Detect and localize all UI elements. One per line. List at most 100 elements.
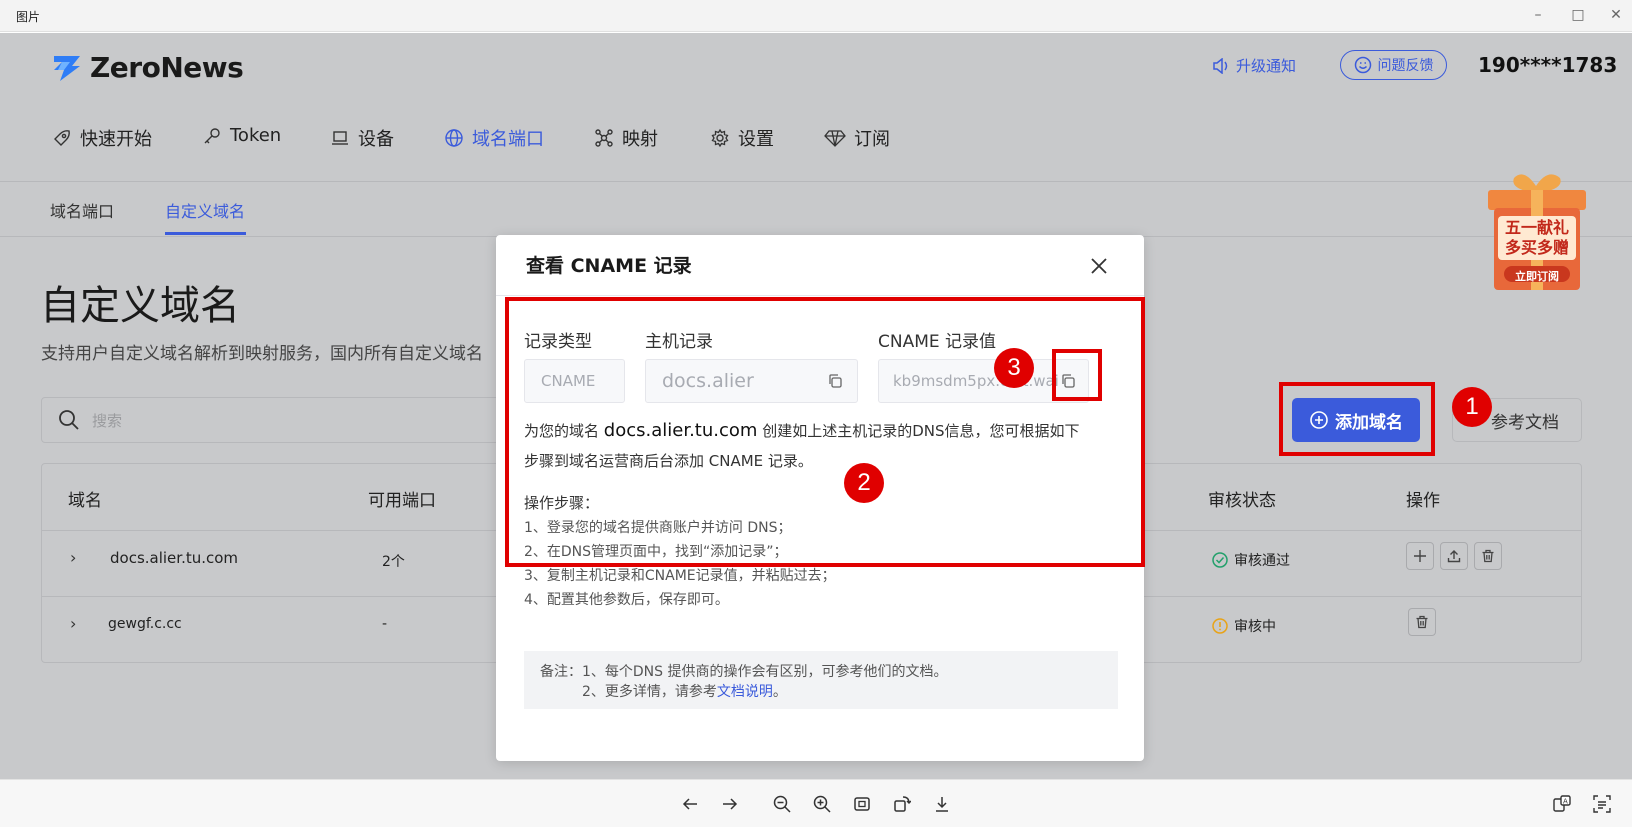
dialog-title: 查看 CNAME 记录 <box>526 255 692 277</box>
nav-token[interactable]: Token <box>202 125 281 146</box>
step-item: 4、配置其他参数后，保存即可。 <box>524 592 729 608</box>
feedback-label: 问题反馈 <box>1377 58 1434 74</box>
note-line1: 备注：1、每个DNS 提供商的操作会有区别，可参考他们的文档。 <box>540 664 948 680</box>
delete-action-button[interactable] <box>1408 608 1436 636</box>
nav-label: 域名端口 <box>472 129 544 150</box>
trash-icon <box>1482 549 1494 563</box>
dialog-divider <box>496 295 1144 296</box>
smile-icon <box>1354 56 1371 74</box>
note-line2-end: 。 <box>772 684 787 700</box>
status-text: 审核通过 <box>1234 553 1290 569</box>
laptop-icon <box>332 131 348 145</box>
nav-label: 设备 <box>358 129 394 150</box>
dialog-note: 备注：1、每个DNS 提供商的操作会有区别，可参考他们的文档。 2、更多详情，请… <box>524 651 1118 709</box>
upgrade-notice-label: 升级通知 <box>1236 57 1297 75</box>
zeronews-logo-icon <box>54 55 80 81</box>
zoom-out-icon[interactable] <box>770 792 794 816</box>
table-cell-ports: - <box>382 616 388 632</box>
check-circle-icon <box>1212 552 1228 568</box>
upload-icon <box>1447 550 1461 563</box>
fit-screen-icon[interactable] <box>850 792 874 816</box>
page-title: 自定义域名 <box>40 283 240 329</box>
gear-icon <box>711 128 729 148</box>
viewer-toolbar: A <box>0 779 1632 827</box>
table-cell-ports: 2个 <box>382 554 405 570</box>
brand-name: ZeroNews <box>90 51 244 84</box>
nav-subscribe[interactable]: 订阅 <box>824 125 890 151</box>
tab-custom-domain[interactable]: 自定义域名 <box>165 198 245 222</box>
sub-nav: 域名端口 自定义域名 <box>0 182 1632 236</box>
col-header-domain: 域名 <box>68 491 102 511</box>
translate-icon[interactable]: A <box>1550 792 1574 816</box>
close-window-icon[interactable]: ✕ <box>1604 4 1628 26</box>
nav-label: 订阅 <box>854 129 890 150</box>
promo-cta[interactable]: 立即订阅 <box>1504 268 1570 284</box>
page-description: 支持用户自定义域名解析到映射服务，国内所有自定义域名 <box>41 344 483 364</box>
doc-link[interactable]: 文档说明 <box>717 684 773 700</box>
diamond-icon <box>824 130 846 147</box>
nav-label: Token <box>230 125 282 146</box>
plus-icon <box>1414 550 1426 562</box>
table-cell-status: 审核中 <box>1212 616 1276 636</box>
expand-chevron-icon[interactable]: › <box>70 548 76 567</box>
promo-line2: 多买多赠 <box>1504 238 1569 257</box>
feedback-button[interactable]: 问题反馈 <box>1340 50 1447 80</box>
col-header-actions: 操作 <box>1406 491 1440 511</box>
search-input[interactable]: 搜索 <box>41 397 511 443</box>
delete-action-button[interactable] <box>1474 542 1502 570</box>
warning-circle-icon <box>1212 618 1228 634</box>
expand-chevron-icon[interactable]: › <box>70 614 76 633</box>
user-phone[interactable]: 190****1783 <box>1478 53 1617 77</box>
download-icon[interactable] <box>930 792 954 816</box>
main-nav: 快速开始 Token 设备 域名端口 映射 设置 订阅 <box>0 115 1632 175</box>
promo-gift-badge[interactable]: 五一献礼 多买多赠 立即订阅 <box>1484 168 1590 294</box>
rotate-icon[interactable] <box>890 792 914 816</box>
note-line2-text: 2、更多详情，请参考 <box>582 684 717 700</box>
annotation-number: 1 <box>1452 387 1492 427</box>
table-cell-status: 审核通过 <box>1212 550 1290 570</box>
tab-domain-port[interactable]: 域名端口 <box>50 198 114 222</box>
nav-devices[interactable]: 设备 <box>330 125 394 151</box>
speaker-icon <box>1213 57 1228 74</box>
table-cell-domain: gewgf.c.cc <box>108 616 182 632</box>
nav-mapping[interactable]: 映射 <box>594 125 658 151</box>
nav-settings[interactable]: 设置 <box>710 125 774 151</box>
search-placeholder: 搜索 <box>92 411 123 430</box>
nav-label: 设置 <box>738 129 774 150</box>
upgrade-notice-link[interactable]: 升级通知 <box>1212 55 1296 76</box>
col-header-ports: 可用端口 <box>368 491 436 511</box>
maximize-icon[interactable]: □ <box>1566 4 1590 26</box>
nav-label: 快速开始 <box>80 129 152 150</box>
annotation-box-record <box>505 297 1145 567</box>
note-line2: 2、更多详情，请参考文档说明。 <box>582 681 787 701</box>
next-icon[interactable] <box>718 792 742 816</box>
zoom-in-icon[interactable] <box>810 792 834 816</box>
window-titlebar: 图片 – □ ✕ <box>0 0 1632 32</box>
status-text: 审核中 <box>1234 619 1276 635</box>
annotation-number: 2 <box>844 463 884 503</box>
table-cell-domain: docs.alier.tu.com <box>110 549 239 567</box>
col-header-status: 审核状态 <box>1208 491 1276 511</box>
annotation-box-add-domain <box>1279 382 1435 456</box>
search-icon <box>59 410 79 430</box>
previous-icon[interactable] <box>678 792 702 816</box>
globe-icon <box>445 129 463 147</box>
trash-icon <box>1416 615 1428 629</box>
rocket-icon <box>54 130 70 146</box>
nav-domain-port[interactable]: 域名端口 <box>444 125 544 151</box>
logo: ZeroNews <box>50 51 244 84</box>
window-title: 图片 <box>16 10 41 24</box>
nav-quick-start[interactable]: 快速开始 <box>52 125 152 151</box>
minimize-icon[interactable]: – <box>1526 4 1550 26</box>
key-icon <box>204 127 220 143</box>
upload-action-button[interactable] <box>1440 542 1468 570</box>
step-item: 3、复制主机记录和CNAME记录值，并粘贴过去； <box>524 568 836 584</box>
close-icon[interactable] <box>1088 255 1110 277</box>
nav-label: 映射 <box>622 129 658 150</box>
add-action-button[interactable] <box>1406 542 1434 570</box>
scan-text-icon[interactable] <box>1590 792 1614 816</box>
annotation-box-copy <box>1052 349 1102 401</box>
annotation-number: 3 <box>994 348 1034 388</box>
promo-line1: 五一献礼 <box>1504 218 1569 237</box>
network-icon <box>595 129 613 147</box>
